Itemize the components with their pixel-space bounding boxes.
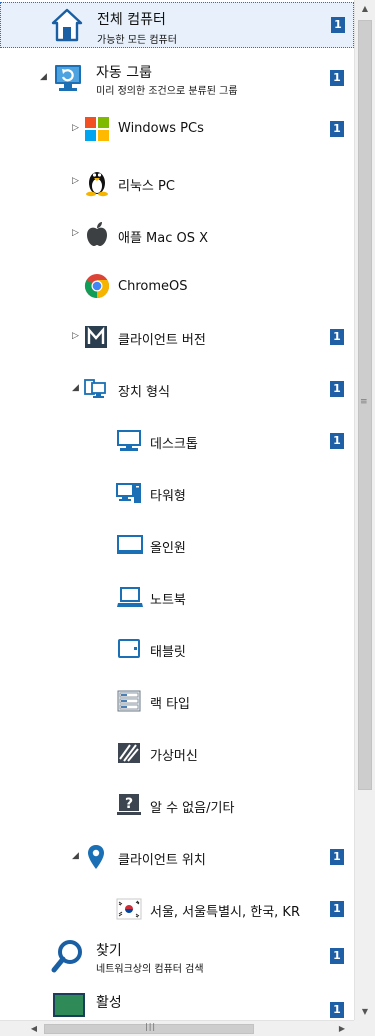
linux-penguin-icon [84,167,110,197]
tree-item-device-type[interactable]: ◢ 장치 형식 1 [0,374,354,404]
tree-item-linux-pc[interactable]: ▷ 리눅스 PC [0,166,354,198]
tree-item-label: 활성 [96,995,122,1011]
collapse-arrow-icon[interactable]: ◢ [72,851,79,861]
tree-item-label: 전체 컴퓨터 [97,12,166,28]
korea-flag-icon [116,898,142,920]
count-badge: 1 [330,849,344,865]
tree-item-sublabel: 가능한 모든 컴퓨터 [97,35,177,46]
count-badge: 1 [330,901,344,917]
tree-item-find[interactable]: 찾기 네트워크상의 컴퓨터 검색 1 [0,934,354,978]
tree-item-label: 클라이언트 위치 [118,853,206,868]
expand-arrow-icon[interactable]: ▷ [72,228,79,238]
tree-item-rack[interactable]: 랙 타입 [0,686,354,716]
unknown-device-icon: ? [116,793,142,817]
tree-item-client-location[interactable]: ◢ 클라이언트 위치 1 [0,842,354,872]
tower-pc-icon [116,481,142,505]
all-in-one-icon [116,533,144,557]
search-magnifier-icon [50,938,86,974]
tree-item-label: 리눅스 PC [118,179,175,194]
tree-item-seoul[interactable]: 서울, 서울특별시, 한국, KR 1 [0,894,354,924]
tree-item-label: 찾기 [96,943,122,959]
tree-item-label: 자동 그룹 [96,65,152,81]
scroll-up-arrow-icon[interactable]: ▲ [355,0,375,17]
desktop-icon [116,429,142,453]
location-pin-icon [86,844,106,870]
tree-item-all-in-one[interactable]: 올인원 [0,530,354,560]
count-badge: 1 [330,948,344,964]
tree-item-auto-groups[interactable]: ◢ 자동 그룹 미리 정의한 조건으로 분류된 그룹 1 [0,58,354,100]
windows-logo-icon [84,116,110,142]
count-badge: 1 [330,121,344,137]
scroll-left-arrow-icon[interactable]: ◀ [26,1021,42,1036]
tree-item-label: 올인원 [150,541,186,556]
tree-item-label: 데스크톱 [150,437,198,452]
expand-arrow-icon[interactable]: ▷ [72,331,79,341]
home-icon [51,8,83,42]
tree-item-unknown[interactable]: ? 알 수 없음/기타 [0,790,354,820]
tree-item-sublabel: 네트워크상의 컴퓨터 검색 [96,964,204,975]
scroll-grip-icon: ||| [145,1022,157,1031]
tree-item-windows-pcs[interactable]: ▷ Windows PCs 1 [0,114,354,144]
scroll-grip-icon: ≡ [360,397,368,407]
monitor-refresh-icon [52,62,84,94]
laptop-icon [116,585,144,609]
tree-item-chromeos[interactable]: ChromeOS [0,270,354,302]
tree-item-label: ChromeOS [118,279,188,294]
tree-item-label: 클라이언트 버전 [118,333,206,348]
svg-text:?: ? [125,796,133,812]
tree-item-tablet[interactable]: 태블릿 [0,634,354,664]
device-monitors-icon [84,378,106,400]
collapse-arrow-icon[interactable]: ◢ [72,383,79,393]
scroll-down-arrow-icon[interactable]: ▼ [355,1003,375,1020]
tree-item-label: 서울, 서울특별시, 한국, KR [150,905,300,920]
tree-item-virtual-machine[interactable]: 가상머신 [0,738,354,768]
server-rack-icon [116,689,142,713]
active-monitor-icon [52,992,86,1018]
apple-logo-icon [84,220,110,248]
tree-item-label: 장치 형식 [118,385,170,400]
count-badge: 1 [331,17,345,33]
tree-item-all-computers[interactable]: 전체 컴퓨터 가능한 모든 컴퓨터 1 [0,2,354,48]
expand-arrow-icon[interactable]: ▷ [72,123,79,133]
tree-item-label: 타워형 [150,489,186,504]
tree-item-sublabel: 미리 정의한 조건으로 분류된 그룹 [96,86,238,97]
tree-item-label: 알 수 없음/기타 [150,801,235,816]
tree-item-label: 가상머신 [150,749,198,764]
horizontal-scrollbar[interactable]: ◀ ||| ▶ [0,1020,354,1036]
tree-item-mac-os-x[interactable]: ▷ 애플 Mac OS X [0,218,354,250]
expand-arrow-icon[interactable]: ▷ [72,176,79,186]
computer-tree: 전체 컴퓨터 가능한 모든 컴퓨터 1 ◢ 자동 그룹 미리 정의한 조건으로 … [0,0,354,1020]
tree-item-client-version[interactable]: ▷ 클라이언트 버전 1 [0,322,354,352]
scroll-right-arrow-icon[interactable]: ▶ [334,1021,350,1036]
count-badge: 1 [330,433,344,449]
tree-item-desktop[interactable]: 데스크톱 1 [0,426,354,456]
tree-item-label: 랙 타입 [150,697,191,712]
virtual-machine-icon [116,741,142,765]
tree-item-label: Windows PCs [118,121,204,136]
tree-item-notebook[interactable]: 노트북 [0,582,354,612]
tree-item-tower[interactable]: 타워형 [0,478,354,508]
count-badge: 1 [330,381,344,397]
count-badge: 1 [330,1002,344,1018]
tree-item-label: 애플 Mac OS X [118,231,209,246]
chrome-logo-icon [84,273,110,299]
tree-item-active[interactable]: 활성 1 [0,990,354,1020]
tree-item-label: 태블릿 [150,645,186,660]
m-logo-icon [84,325,108,349]
scrollbar-corner [354,1020,375,1036]
tree-item-label: 노트북 [150,593,186,608]
count-badge: 1 [330,329,344,345]
count-badge: 1 [330,70,344,86]
collapse-arrow-icon[interactable]: ◢ [40,72,47,82]
vertical-scrollbar[interactable]: ▲ ≡ ▼ [354,0,375,1020]
tablet-icon [116,637,142,661]
